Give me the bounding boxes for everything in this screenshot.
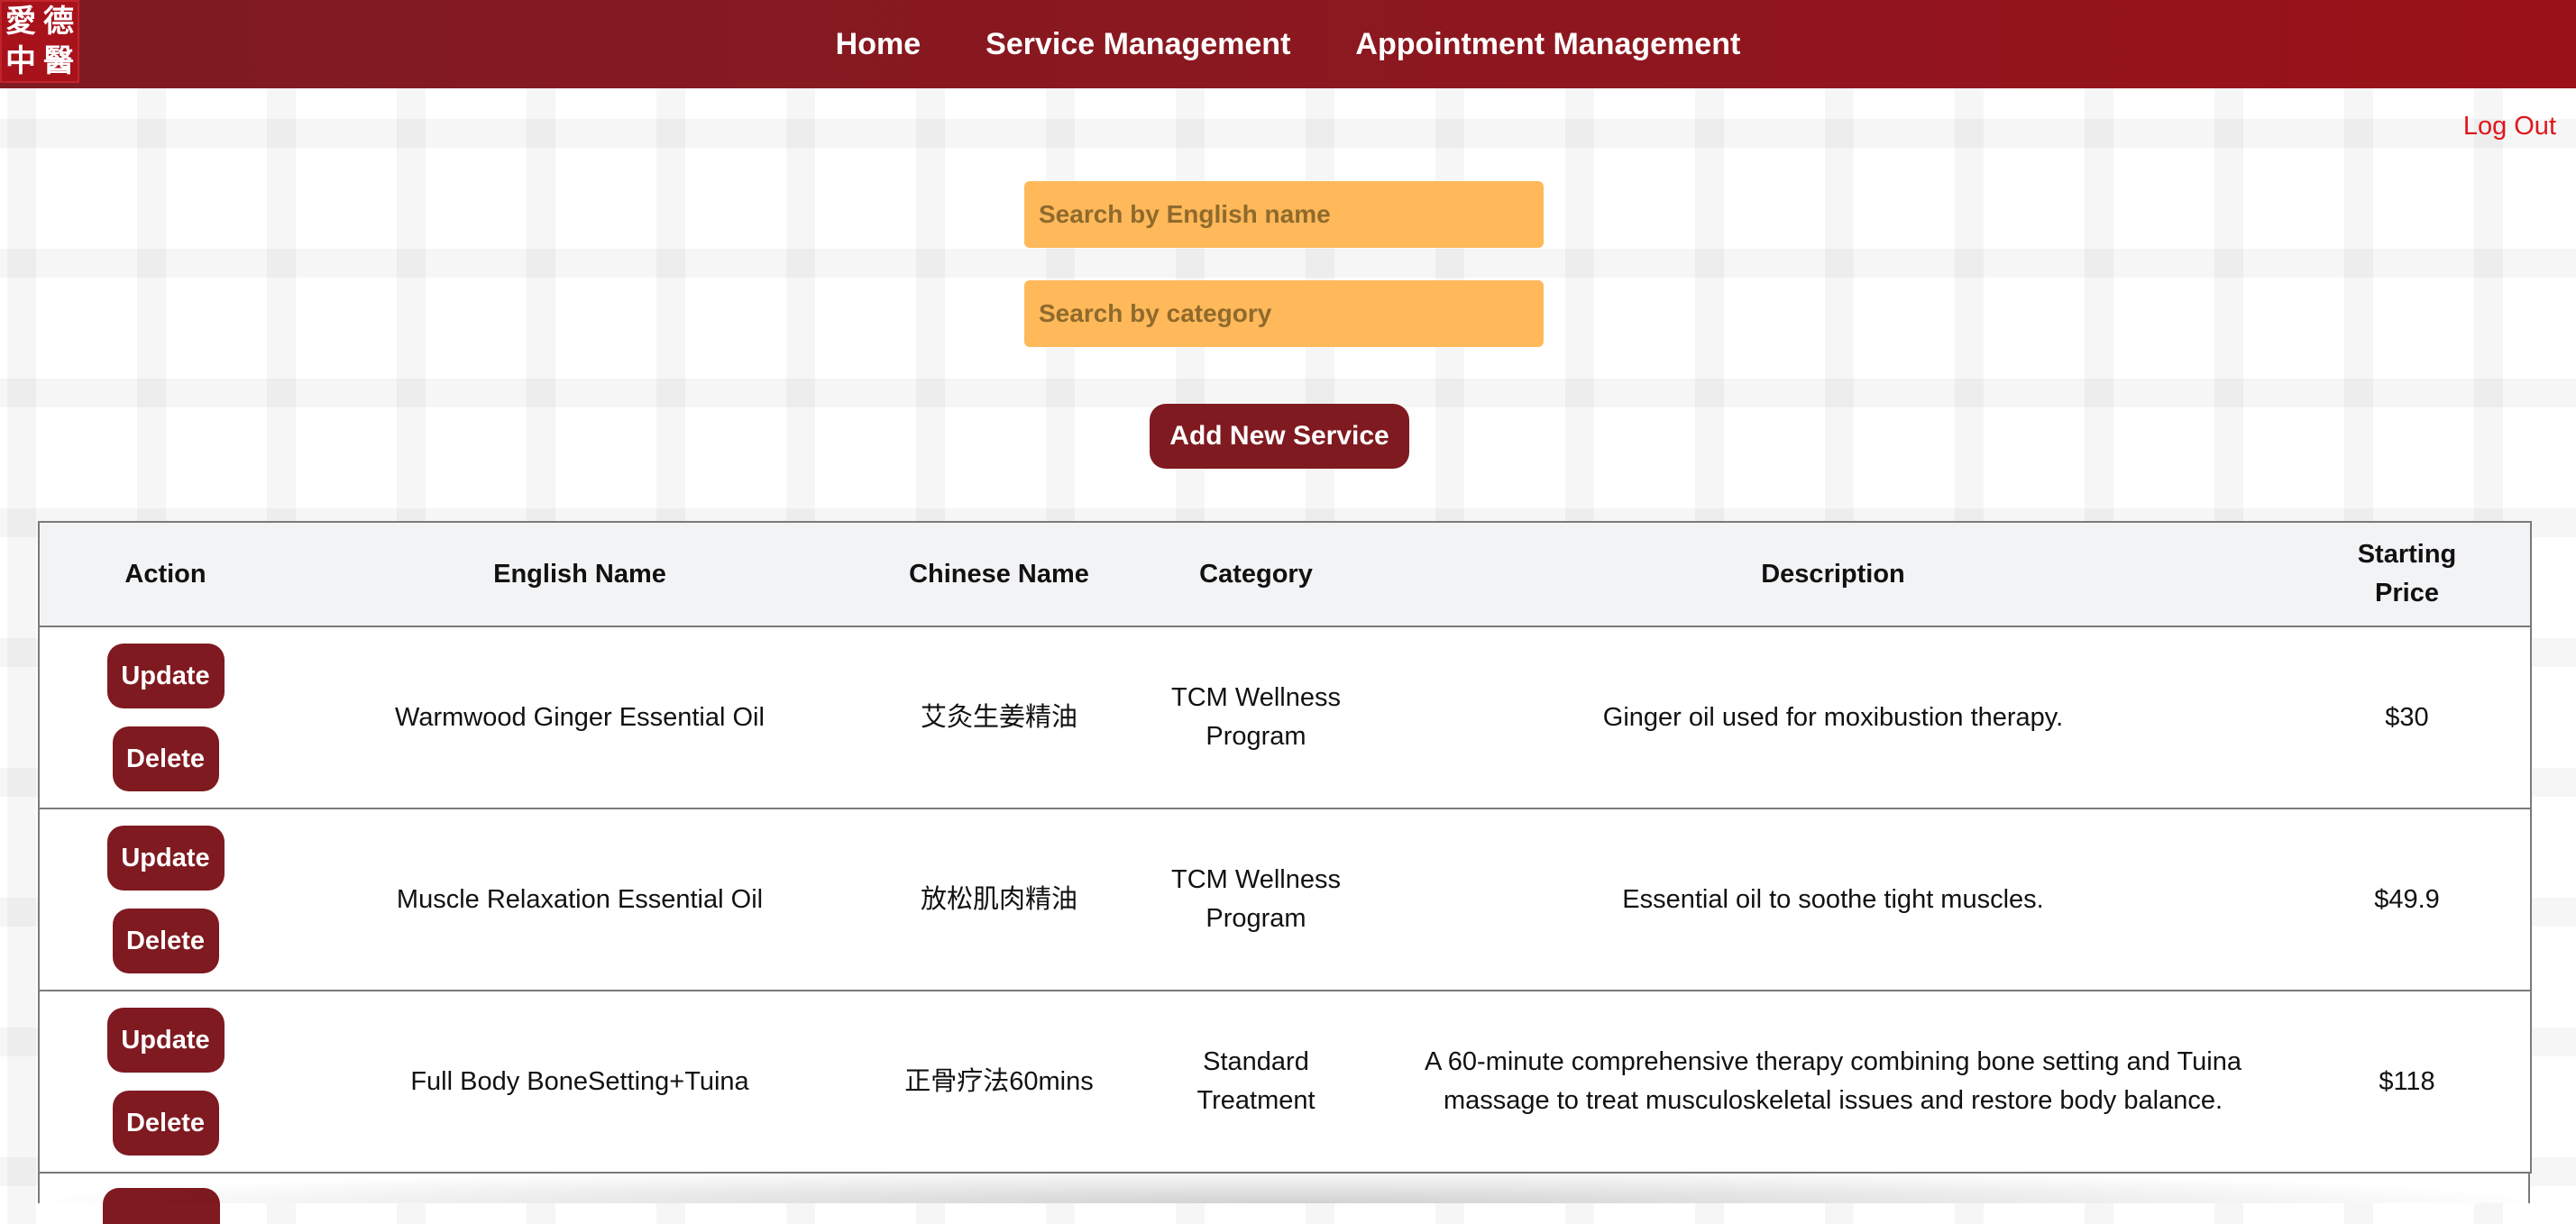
- english-name-cell: Muscle Relaxation Essential Oil: [291, 808, 868, 991]
- description-cell: A 60-minute comprehensive therapy combin…: [1382, 990, 2284, 1174]
- header-starting-price-label: Starting Price: [2357, 540, 2457, 607]
- price-cell: $49.9: [2284, 808, 2532, 991]
- update-button-partial[interactable]: [103, 1188, 220, 1224]
- update-button[interactable]: Update: [106, 826, 225, 891]
- update-button[interactable]: Update: [106, 644, 225, 708]
- price-cell: $118: [2284, 990, 2532, 1174]
- logout-link[interactable]: Log Out: [2463, 112, 2556, 142]
- category-cell: TCM Wellness Program: [1130, 626, 1382, 809]
- action-cell: Update Delete: [38, 626, 291, 809]
- table-row: Update Delete Warmwood Ginger Essential …: [38, 626, 2532, 809]
- english-name-cell: Full Body BoneSetting+Tuina: [291, 990, 868, 1174]
- header-starting-price: Starting Price: [2284, 521, 2532, 627]
- action-cell: Update Delete: [38, 808, 291, 991]
- search-category-input[interactable]: [1024, 280, 1544, 347]
- header-description: Description: [1382, 521, 2284, 627]
- description-cell: Essential oil to soothe tight muscles.: [1382, 808, 2284, 991]
- nav-links: Home Service Management Appointment Mana…: [0, 0, 2576, 88]
- description-cell: Ginger oil used for moxibustion therapy.: [1382, 626, 2284, 809]
- header-chinese-name: Chinese Name: [868, 521, 1130, 627]
- category-text: Standard Treatment: [1196, 1047, 1316, 1115]
- top-navbar: 愛 德 中 醫 Home Service Management Appointm…: [0, 0, 2576, 88]
- category-text: TCM Wellness Program: [1171, 865, 1341, 933]
- add-new-service-button[interactable]: Add New Service: [1150, 404, 1409, 469]
- action-cell: Update Delete: [38, 990, 291, 1174]
- table-header-row: Action English Name Chinese Name Categor…: [38, 521, 2532, 627]
- header-category: Category: [1130, 521, 1382, 627]
- header-english-name: English Name: [291, 521, 868, 627]
- table-row: Update Delete Full Body BoneSetting+Tuin…: [38, 990, 2532, 1174]
- category-cell: Standard Treatment: [1130, 990, 1382, 1174]
- delete-button[interactable]: Delete: [112, 1091, 219, 1155]
- header-action: Action: [38, 521, 291, 627]
- search-english-name-input[interactable]: [1024, 181, 1544, 248]
- nav-home-link[interactable]: Home: [836, 22, 921, 68]
- chinese-name-cell: 正骨疗法60mins: [868, 990, 1130, 1174]
- services-table: Action English Name Chinese Name Categor…: [38, 521, 2532, 1174]
- chinese-name-cell: 放松肌肉精油: [868, 808, 1130, 991]
- price-cell: $30: [2284, 626, 2532, 809]
- nav-appointment-management-link[interactable]: Appointment Management: [1355, 22, 1740, 68]
- category-cell: TCM Wellness Program: [1130, 808, 1382, 991]
- nav-service-management-link[interactable]: Service Management: [985, 22, 1290, 68]
- category-text: TCM Wellness Program: [1171, 683, 1341, 751]
- update-button[interactable]: Update: [106, 1008, 225, 1073]
- english-name-cell: Warmwood Ginger Essential Oil: [291, 626, 868, 809]
- delete-button[interactable]: Delete: [112, 909, 219, 973]
- description-text: A 60-minute comprehensive therapy combin…: [1424, 1047, 2241, 1115]
- chinese-name-cell: 艾灸生姜精油: [868, 626, 1130, 809]
- table-row-partial: [38, 1174, 2530, 1224]
- delete-button[interactable]: Delete: [112, 726, 219, 791]
- table-row: Update Delete Muscle Relaxation Essentia…: [38, 808, 2532, 991]
